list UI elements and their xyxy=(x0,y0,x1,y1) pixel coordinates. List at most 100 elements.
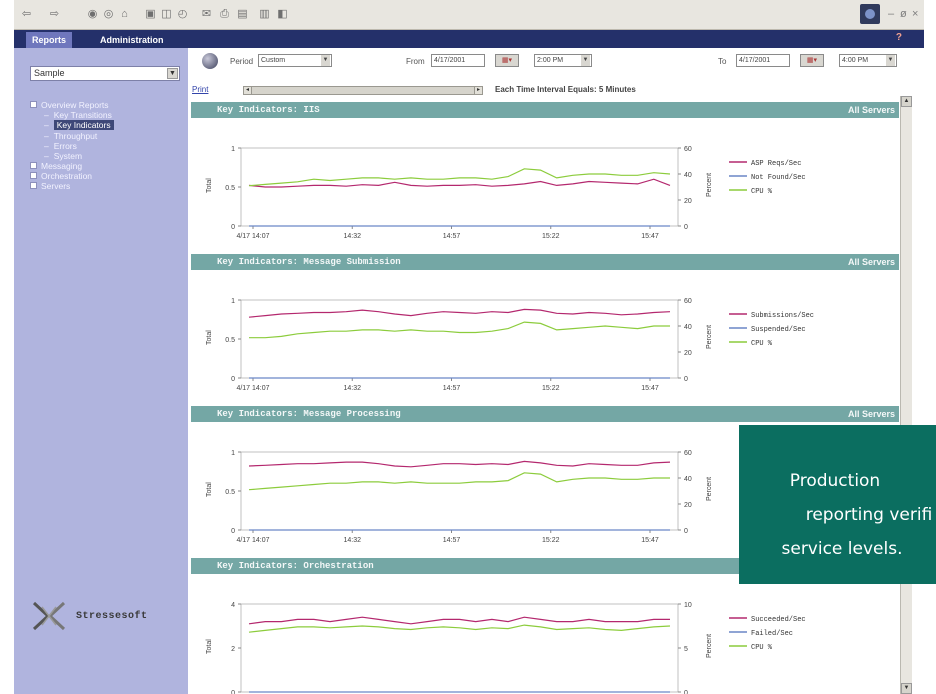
chart-orchestration: 0 2 4 0 5 10 Total Percent Succeeded/Sec Failed/S… xyxy=(206,602,806,694)
x-tick-label: 14:57 xyxy=(443,537,461,544)
history-icon[interactable]: ◴ xyxy=(176,8,189,20)
project-select[interactable]: Sample ▼ xyxy=(30,66,180,81)
x-tick-label: 14:57 xyxy=(443,233,461,240)
to-calendar-button[interactable]: ▦▾ xyxy=(800,54,824,67)
refresh-icon[interactable]: ◎ xyxy=(102,8,115,20)
from-label: From xyxy=(406,57,425,66)
to-time-select[interactable]: 4:00 PM ▼ xyxy=(839,54,897,67)
tree-key-transitions[interactable]: Key Transitions xyxy=(44,110,112,120)
panel-title: Key Indicators: Orchestration xyxy=(217,561,374,571)
y-tick-label: 0 xyxy=(231,224,235,231)
expand-icon[interactable] xyxy=(30,162,37,170)
y2-tick-label: 20 xyxy=(684,502,692,509)
x-tick-label: 15:47 xyxy=(641,537,659,544)
messenger-icon[interactable]: ◧ xyxy=(276,8,289,20)
y-tick-label: 1 xyxy=(231,146,235,153)
scroll-left-icon[interactable]: ◂ xyxy=(243,86,252,95)
from-time-select[interactable]: 2:00 PM ▼ xyxy=(534,54,592,67)
panel-title: Key Indicators: Message Processing xyxy=(217,409,401,419)
tree-overview-reports[interactable]: Overview Reports xyxy=(30,100,109,110)
favorites-icon[interactable]: ◫ xyxy=(160,8,173,20)
mail-icon[interactable]: ✉ xyxy=(200,8,213,20)
y-tick-label: 1 xyxy=(231,298,235,305)
y2-tick-label: 0 xyxy=(684,528,688,535)
scroll-down-icon[interactable]: ▼ xyxy=(901,683,912,694)
legend-label: CPU % xyxy=(751,644,773,652)
panel-title: Key Indicators: IIS xyxy=(217,105,320,115)
browser-logo-icon xyxy=(860,4,880,24)
from-calendar-button[interactable]: ▦▾ xyxy=(495,54,519,67)
expand-icon[interactable] xyxy=(30,172,37,180)
stop-icon[interactable]: ◉ xyxy=(86,8,99,20)
to-label: To xyxy=(718,57,727,66)
sidebar: Sample ▼ Overview Reports Key Transition… xyxy=(14,48,188,694)
go-button[interactable] xyxy=(202,53,218,69)
panel-scope: All Servers xyxy=(847,409,895,419)
y2-axis-label: Percent xyxy=(706,634,713,658)
help-icon[interactable]: ? xyxy=(896,32,902,43)
scroll-right-icon[interactable]: ▸ xyxy=(474,86,483,95)
chevron-down-icon[interactable]: ▼ xyxy=(581,55,590,66)
minimize-icon[interactable]: – xyxy=(888,8,894,20)
tree-messaging[interactable]: Messaging xyxy=(30,161,82,171)
plot-frame xyxy=(240,603,679,693)
back-icon[interactable]: ⇦ xyxy=(20,8,33,20)
expand-icon[interactable] xyxy=(30,182,37,190)
tree-errors[interactable]: Errors xyxy=(44,141,77,151)
legend-label: CPU % xyxy=(751,188,773,196)
panel-title: Key Indicators: Message Submission xyxy=(217,257,401,267)
from-date-field[interactable]: 4/17/2001 xyxy=(431,54,485,67)
search-icon[interactable]: ▣ xyxy=(144,8,157,20)
chart-message-submission: 0 0.5 1 0 20 40 60 Total Percent 4/17 14:07 14:32 1… xyxy=(206,298,814,392)
y2-tick-label: 5 xyxy=(684,646,688,653)
forward-icon[interactable]: ⇨ xyxy=(48,8,61,20)
chevron-down-icon[interactable]: ▼ xyxy=(886,55,895,66)
edit-icon[interactable]: ▤ xyxy=(236,8,249,20)
scroll-up-icon[interactable]: ▲ xyxy=(901,96,912,107)
tab-reports[interactable]: Reports xyxy=(26,32,73,48)
legend-label: Succeeded/Sec xyxy=(751,616,806,624)
x-tick-label: 15:22 xyxy=(542,537,560,544)
chevron-down-icon[interactable]: ▼ xyxy=(321,55,330,66)
maximize-icon[interactable]: ø xyxy=(900,8,907,20)
y2-tick-label: 20 xyxy=(684,198,692,205)
x-tick-label: 15:22 xyxy=(542,385,560,392)
x-tick-label: 14:57 xyxy=(443,385,461,392)
period-label: Period xyxy=(230,57,254,66)
print-link[interactable]: Print xyxy=(192,85,208,94)
y2-tick-label: 20 xyxy=(684,350,692,357)
home-icon[interactable]: ⌂ xyxy=(118,8,131,20)
y-tick-label: 4 xyxy=(231,602,235,609)
print-icon[interactable]: ⎙ xyxy=(218,8,231,20)
y2-tick-label: 60 xyxy=(684,146,692,153)
project-select-value: Sample xyxy=(34,68,65,78)
period-select[interactable]: Custom ▼ xyxy=(258,54,332,67)
collapse-icon[interactable] xyxy=(30,101,37,109)
chevron-down-icon[interactable]: ▼ xyxy=(167,68,178,79)
vertical-scrollbar[interactable]: ▲ ▼ xyxy=(900,96,912,694)
tree-system[interactable]: System xyxy=(44,151,82,161)
tree-key-indicators[interactable]: Key Indicators xyxy=(44,120,114,130)
x-tick-label: 15:47 xyxy=(641,233,659,240)
horizontal-scrollbar[interactable]: ◂ ▸ xyxy=(243,86,483,95)
close-icon[interactable]: × xyxy=(912,8,918,20)
callout-line: Production xyxy=(789,471,881,491)
discuss-icon[interactable]: ▥ xyxy=(258,8,271,20)
y-axis-label: Total xyxy=(206,639,213,654)
legend-label: Submissions/Sec xyxy=(751,312,814,320)
plot-frame xyxy=(240,299,679,379)
x-tick-label: 4/17 14:07 xyxy=(236,385,269,392)
tab-administration[interactable]: Administration xyxy=(94,32,170,48)
tree-orchestration[interactable]: Orchestration xyxy=(30,171,92,181)
callout-box: Production reporting verifi service leve… xyxy=(739,425,936,584)
panel-header-message-processing: Key Indicators: Message Processing All S… xyxy=(191,406,899,422)
tree-servers[interactable]: Servers xyxy=(30,181,70,191)
tree-throughput[interactable]: Throughput xyxy=(44,131,97,141)
brand-name: Stressesoft xyxy=(76,611,148,622)
to-date-field[interactable]: 4/17/2001 xyxy=(736,54,790,67)
y2-tick-label: 60 xyxy=(684,450,692,457)
browser-toolbar: ⇦ ⇨ ◉ ◎ ⌂ ▣ ◫ ◴ ✉ ⎙ ▤ ▥ ◧ – ø × xyxy=(14,0,924,30)
y2-tick-label: 10 xyxy=(684,602,692,609)
y2-tick-label: 0 xyxy=(684,224,688,231)
x-tick-label: 15:47 xyxy=(641,385,659,392)
